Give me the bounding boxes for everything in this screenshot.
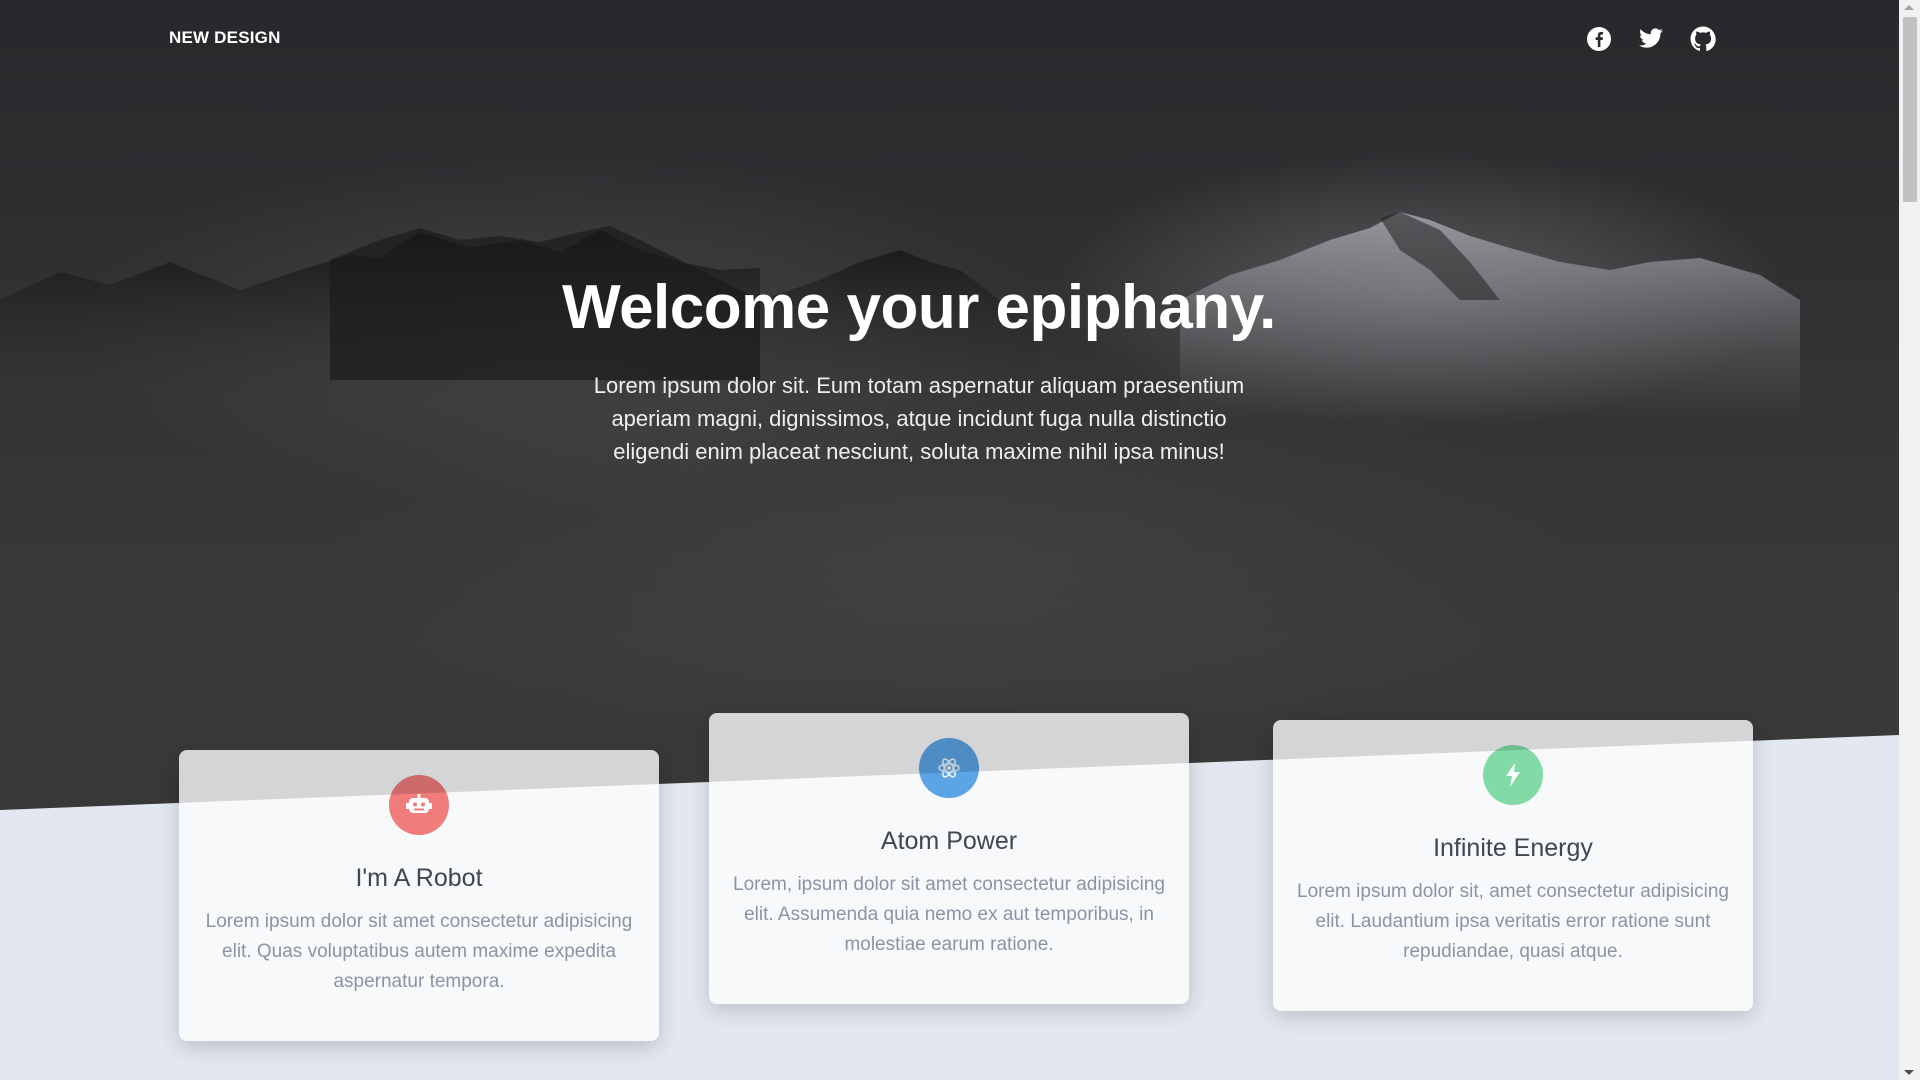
scrollbar-thumb[interactable] [1903, 17, 1917, 202]
robot-icon [406, 794, 432, 813]
feature-card-energy: Infinite Energy Lorem ipsum dolor sit, a… [1273, 720, 1753, 1011]
atom-icon-badge [919, 738, 979, 798]
feature-title: Atom Power [880, 827, 1018, 855]
bolt-icon-badge [1483, 745, 1543, 805]
feature-description: Lorem ipsum dolor sit amet consectetur a… [205, 911, 633, 992]
robot-icon-badge [389, 775, 449, 835]
feature-title: Infinite Energy [1433, 834, 1593, 862]
feature-card-robot: I'm A Robot Lorem ipsum dolor sit amet c… [179, 750, 659, 1041]
scroll-up-icon[interactable] [1904, 5, 1914, 10]
scroll-down-icon[interactable] [1904, 1070, 1914, 1075]
feature-description: Lorem ipsum dolor sit, amet consectetur … [1297, 881, 1729, 962]
facebook-icon[interactable] [1586, 26, 1612, 52]
atom-icon [938, 758, 960, 778]
feature-card-atom: Atom Power Lorem, ipsum dolor sit amet c… [709, 713, 1189, 1004]
github-icon[interactable] [1690, 26, 1716, 52]
hero-title: Welcome your epiphany. [562, 273, 1276, 342]
logo-link[interactable]: NEW DESIGN [169, 28, 281, 48]
page-scrollbar[interactable] [1899, 0, 1920, 1080]
bolt-icon [1506, 763, 1520, 787]
twitter-icon[interactable] [1638, 27, 1664, 53]
feature-description: Lorem, ipsum dolor sit amet consectetur … [733, 874, 1165, 955]
feature-title: I'm A Robot [355, 864, 483, 892]
hero-subtitle: Lorem ipsum dolor sit. Eum totam asperna… [593, 373, 1245, 464]
